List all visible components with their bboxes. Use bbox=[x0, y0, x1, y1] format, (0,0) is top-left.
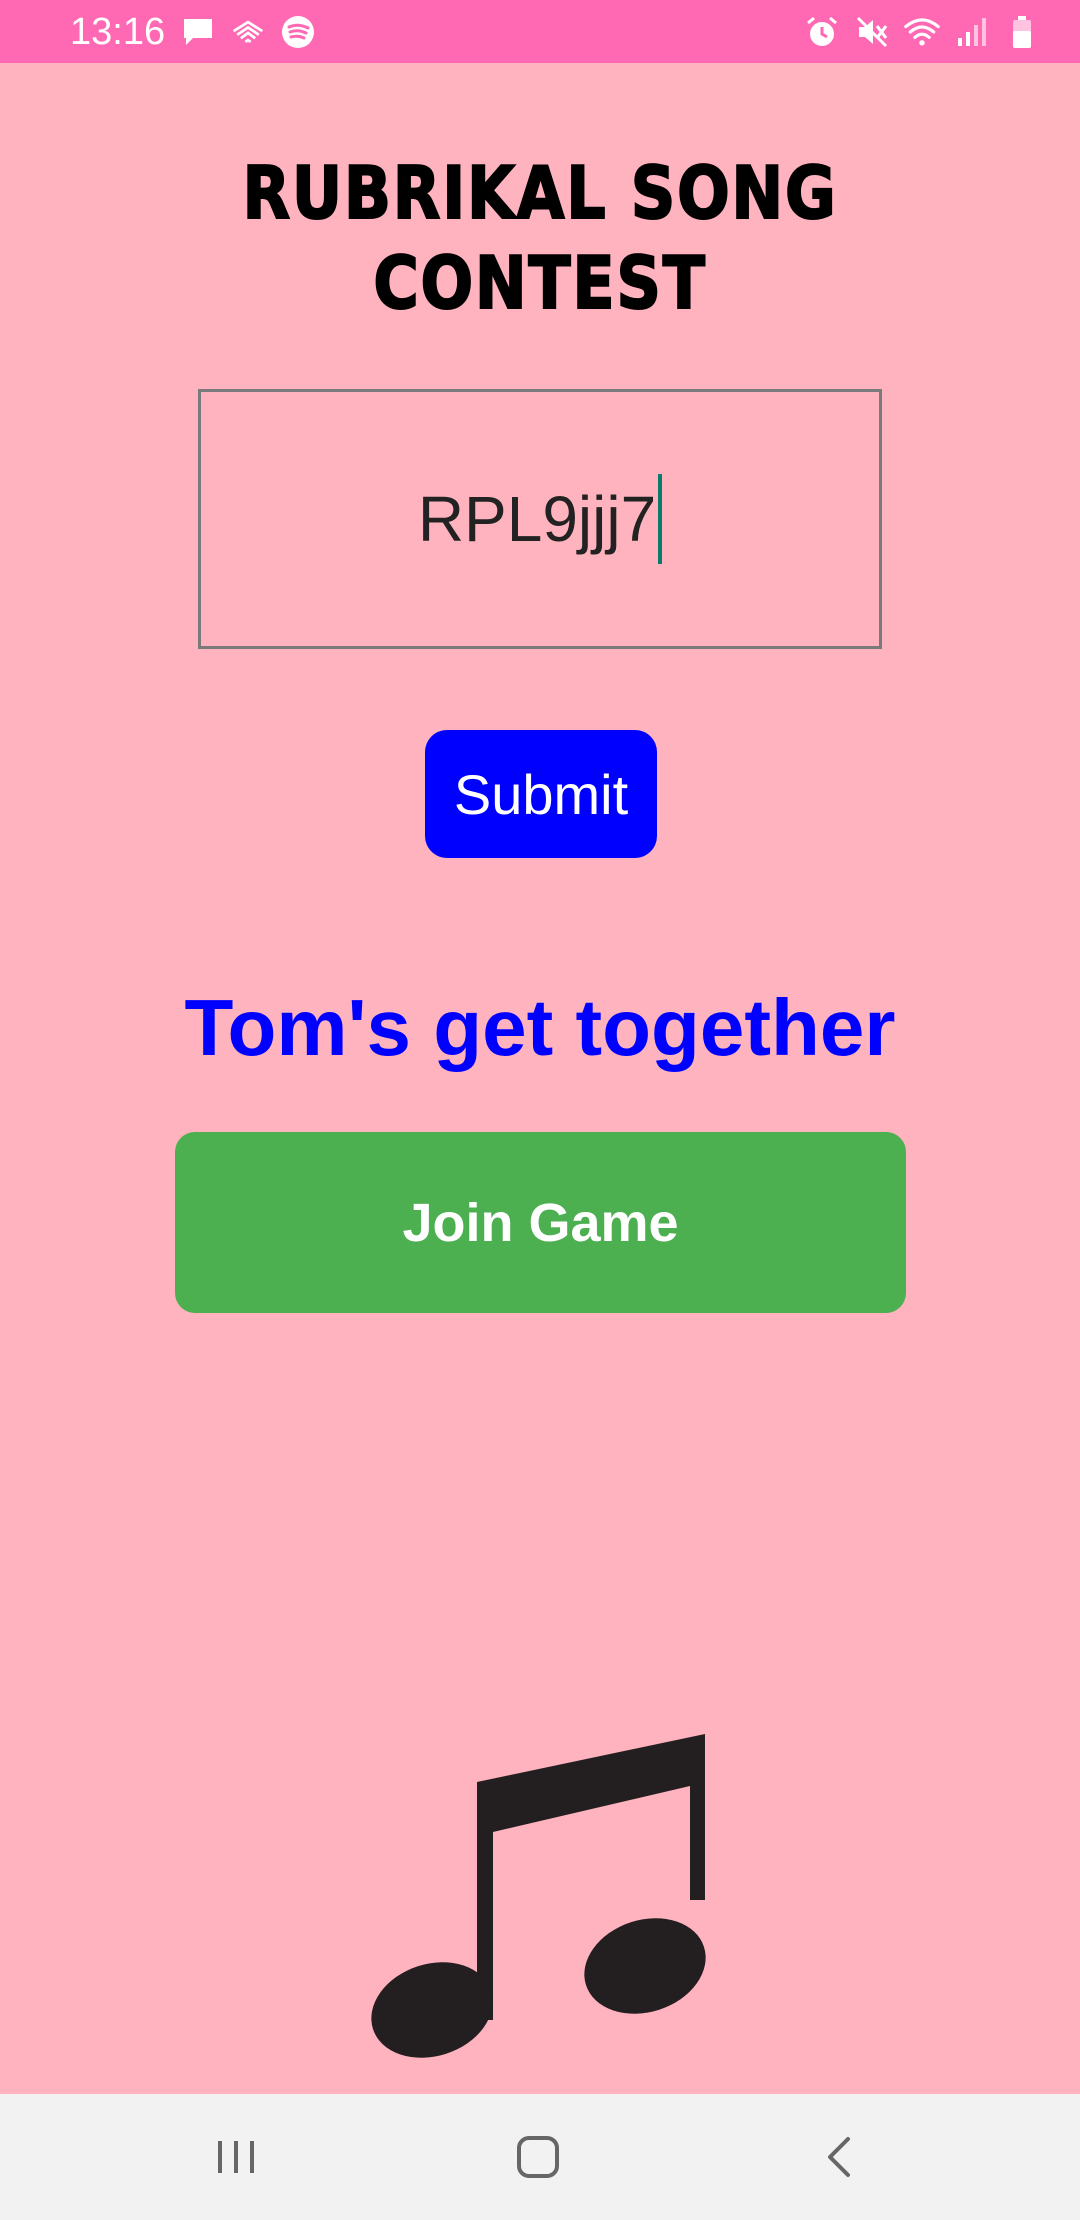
game-code-field[interactable]: RPL9jjj7 bbox=[198, 389, 882, 649]
game-code-value: RPL9jjj7 bbox=[417, 483, 657, 555]
status-notification-icons bbox=[180, 14, 316, 50]
status-time: 13:16 bbox=[70, 11, 166, 53]
cast-icon bbox=[230, 14, 266, 50]
signal-icon bbox=[954, 14, 990, 50]
battery-icon bbox=[1004, 14, 1040, 50]
alarm-icon bbox=[804, 14, 840, 50]
home-icon[interactable] bbox=[498, 2122, 578, 2192]
join-game-button[interactable]: Join Game bbox=[175, 1132, 906, 1313]
status-system-icons bbox=[804, 14, 1040, 50]
message-icon bbox=[180, 14, 216, 50]
back-icon[interactable] bbox=[800, 2122, 880, 2192]
app-title: RUBRIKAL SONG CONTEST bbox=[242, 150, 838, 326]
status-bar: 13:16 bbox=[0, 0, 1080, 63]
wifi-icon bbox=[904, 14, 940, 50]
submit-button[interactable]: Submit bbox=[425, 730, 657, 858]
text-cursor bbox=[658, 474, 663, 564]
recent-apps-icon[interactable] bbox=[196, 2122, 276, 2192]
music-note-icon bbox=[371, 1734, 706, 2058]
game-code-input[interactable]: RPL9jjj7 bbox=[417, 474, 663, 564]
spotify-icon bbox=[280, 14, 316, 50]
mute-icon bbox=[854, 14, 890, 50]
navigation-bar bbox=[0, 2094, 1080, 2220]
game-name: Tom's get together bbox=[184, 983, 896, 1072]
